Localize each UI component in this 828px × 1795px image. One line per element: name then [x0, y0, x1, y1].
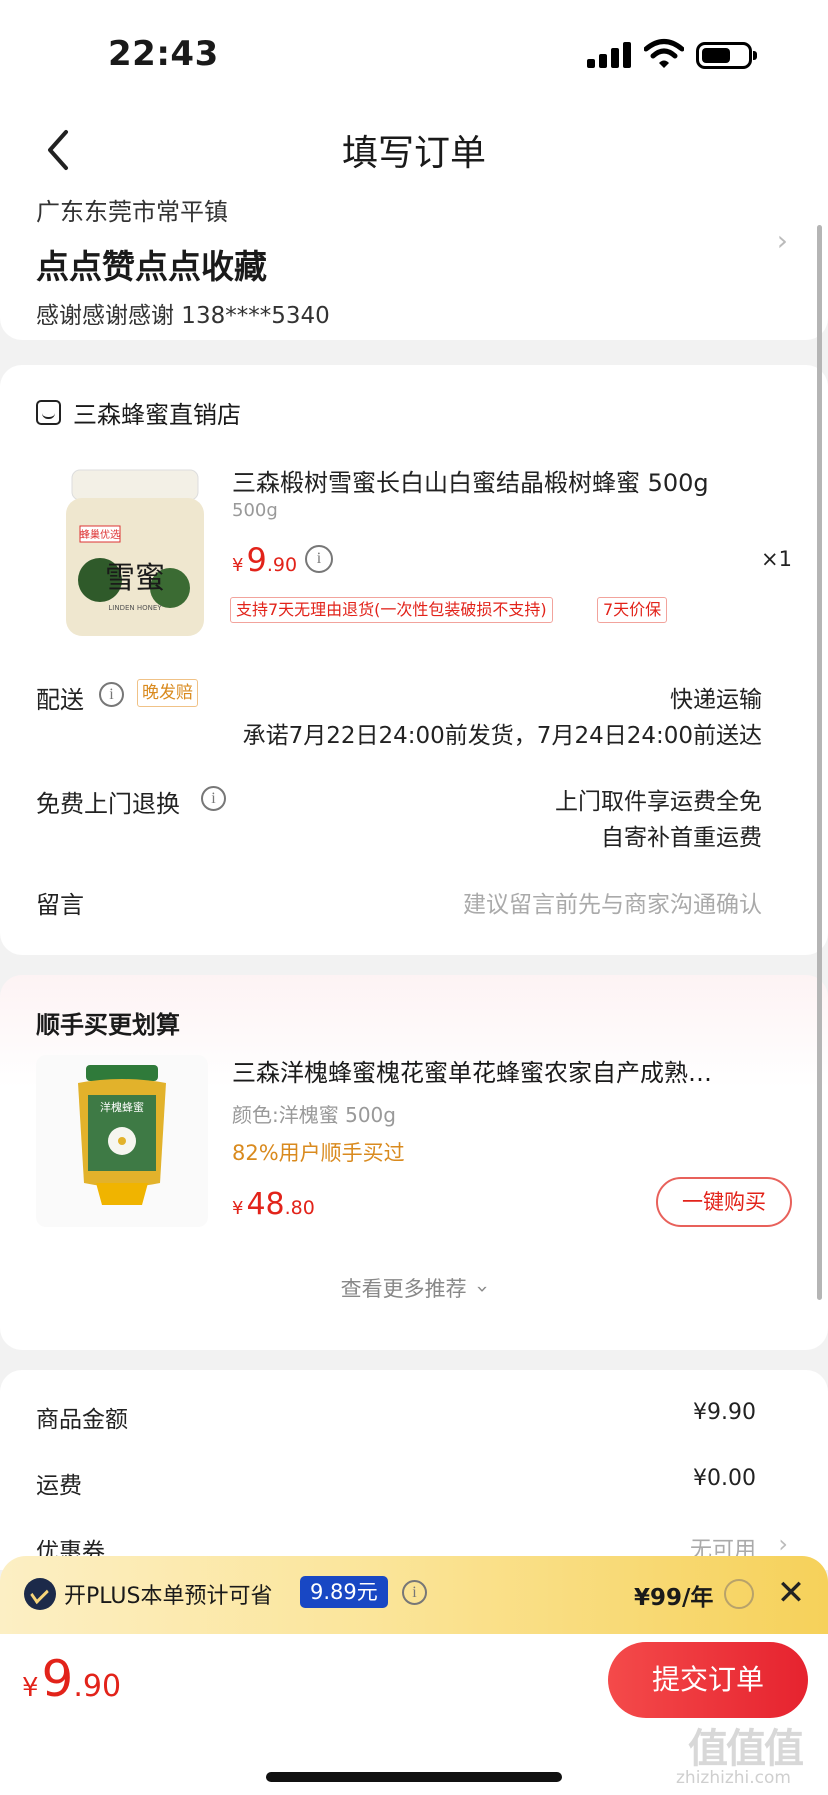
product-spec: 500g	[232, 500, 278, 521]
return-info-icon[interactable]: i	[201, 786, 226, 811]
goods-amount-value: ¥9.90	[693, 1400, 756, 1425]
plus-banner[interactable]: 开PLUS本单预计可省 9.89元 i ¥99/年 ✕	[0, 1556, 828, 1634]
summary-card: 商品金额 ¥9.90 运费 ¥0.00 优惠券 无可用 ›	[0, 1370, 828, 1570]
status-bar: 22:43	[0, 0, 828, 110]
price-protect-tag: 7天价保	[597, 597, 668, 623]
wifi-icon	[644, 39, 684, 68]
shipping-value: ¥0.00	[693, 1466, 756, 1491]
watermark-url: zhizhizhi.com	[676, 1768, 791, 1788]
rec-price-integer: 48	[246, 1187, 285, 1222]
scrollbar[interactable]	[817, 225, 822, 1300]
product-price: ¥ 9 .90	[232, 541, 297, 579]
recommend-item-price: ¥ 48 .80	[232, 1187, 315, 1222]
recommend-image[interactable]: 洋槐蜂蜜	[36, 1055, 208, 1227]
more-recommend-link[interactable]: 查看更多推荐 ›	[0, 1273, 828, 1303]
rec-price-symbol: ¥	[232, 1198, 244, 1219]
recommend-title: 顺手买更划算	[36, 1011, 180, 1039]
price-decimal: .90	[266, 554, 298, 576]
return-self-send-text: 自寄补首重运费	[601, 825, 762, 851]
goods-amount-label: 商品金额	[36, 1407, 128, 1433]
bottom-bar: ¥ 9 .90 提交订单 值值值 zhizhizhi.com	[0, 1634, 828, 1795]
total-price-integer: 9	[41, 1650, 74, 1708]
chevron-right-icon: ›	[778, 1530, 788, 1558]
product-title[interactable]: 三森椴树雪蜜长白山白蜜结晶椴树蜂蜜 500g	[232, 463, 709, 498]
address-card[interactable]: 广东东莞市常平镇 点点赞点点收藏 感谢感谢感谢 138****5340 ›	[0, 190, 828, 340]
total-price-symbol: ¥	[22, 1673, 39, 1703]
plus-price: ¥99/年	[634, 1585, 714, 1611]
plus-info-icon[interactable]: i	[402, 1580, 427, 1605]
delivery-method[interactable]: 快递运输	[670, 680, 762, 714]
order-card: 三森蜂蜜直销店 蜂巢优选 雪蜜 LINDEN HONEY 三森椴树雪蜜长白山白蜜…	[0, 365, 828, 955]
page-title: 填写订单	[341, 133, 486, 174]
address-contact: 感谢感谢感谢 138****5340	[36, 303, 330, 329]
watermark: 值值值	[688, 1726, 804, 1772]
message-label: 留言	[36, 891, 84, 919]
shop-name: 三森蜂蜜直销店	[73, 400, 241, 429]
recommend-item-name[interactable]: 三森洋槐蜂蜜槐花蜜单花蜂蜜农家自产成熟…	[232, 1053, 788, 1088]
product-image[interactable]: 蜂巢优选 雪蜜 LINDEN HONEY	[60, 468, 210, 638]
plus-logo-icon	[24, 1578, 56, 1610]
more-recommend-label: 查看更多推荐	[340, 1277, 467, 1301]
total-price: ¥ 9 .90	[22, 1650, 121, 1708]
shipping-label: 运费	[36, 1473, 82, 1499]
rec-price-decimal: .80	[284, 1197, 315, 1219]
battery-icon	[696, 42, 757, 69]
delivery-label: 配送	[36, 686, 84, 714]
one-click-buy-button[interactable]: 一键购买	[656, 1177, 792, 1227]
product-image-badge: 蜂巢优选	[80, 528, 120, 541]
product-image-name: 雪蜜	[105, 561, 165, 596]
plus-save-amount: 9.89元	[300, 1576, 388, 1608]
late-compensation-badge: 晚发赔	[137, 679, 198, 707]
total-price-decimal: .90	[73, 1669, 122, 1704]
quantity: ×1	[761, 547, 792, 571]
price-symbol: ¥	[232, 555, 244, 576]
recommend-card: 顺手买更划算 洋槐蜂蜜 三森洋槐蜂蜜槐花蜜单花蜂蜜农家自产成熟… 颜色:洋槐蜜 …	[0, 975, 828, 1350]
return-policy-tag: 支持7天无理由退货(一次性包装破损不支持)	[230, 597, 553, 623]
recommend-item-spec: 颜色:洋槐蜜 500g	[232, 1103, 396, 1127]
address-name: 点点赞点点收藏	[36, 247, 267, 286]
signal-icon	[587, 42, 631, 68]
free-return-label: 免费上门退换	[36, 790, 180, 818]
close-icon[interactable]: ✕	[776, 1576, 806, 1610]
plus-select-radio[interactable]	[724, 1579, 754, 1609]
chevron-right-icon: ›	[776, 224, 788, 257]
delivery-info-icon[interactable]: i	[99, 682, 124, 707]
delivery-promise: 承诺7月22日24:00前发货，7月24日24:00前送达	[242, 723, 762, 749]
message-input[interactable]: 建议留言前先与商家沟通确认	[463, 885, 762, 919]
nav-bar: 填写订单	[0, 110, 828, 190]
recommend-image-label: 洋槐蜂蜜	[100, 1100, 144, 1114]
chevron-down-icon: ›	[471, 1285, 496, 1293]
return-pickup-text: 上门取件享运费全免	[555, 789, 762, 815]
status-time: 22:43	[108, 34, 219, 74]
shop-icon	[36, 399, 61, 425]
home-indicator[interactable]	[266, 1772, 562, 1782]
product-image-english: LINDEN HONEY	[108, 604, 162, 612]
plus-save-text: 开PLUS本单预计可省	[64, 1584, 273, 1609]
price-integer: 9	[246, 541, 267, 579]
recommend-item-bought: 82%用户顺手买过	[232, 1141, 405, 1165]
shop-row[interactable]: 三森蜂蜜直销店	[36, 395, 241, 429]
address-region: 广东东莞市常平镇	[36, 198, 228, 226]
submit-order-button[interactable]: 提交订单	[608, 1642, 808, 1718]
price-info-icon[interactable]: i	[305, 545, 333, 573]
